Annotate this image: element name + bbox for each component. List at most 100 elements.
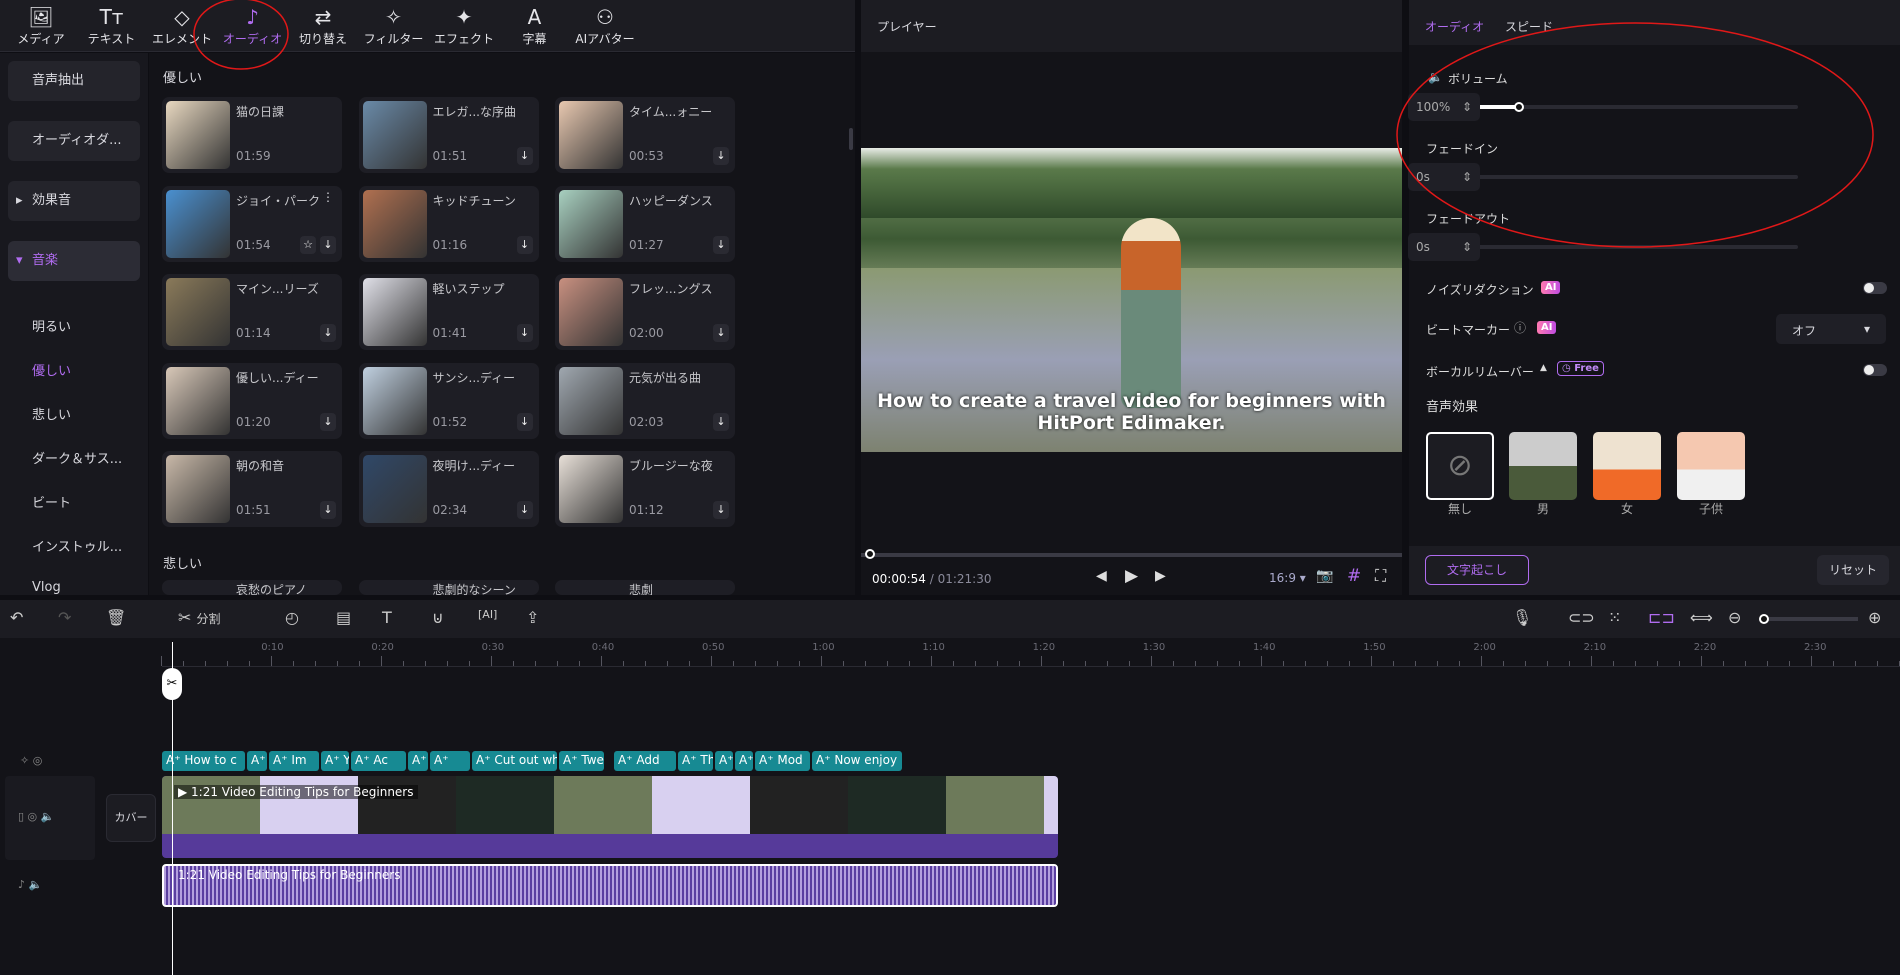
sidebar-button[interactable]: ▾ 音楽 [8,241,140,281]
music-card[interactable]: ジョイ・パーク 01:54 ↓ ☆ ⋮ [162,185,342,262]
scrollbar[interactable] [849,128,853,150]
tool-4[interactable]: ⇄ 切り替え [288,4,358,47]
effect-none[interactable]: ⊘ [1426,432,1494,500]
text-clip[interactable]: A⁺ [735,751,753,771]
subtitle-icon[interactable]: ▤ [336,608,351,627]
download-icon[interactable]: ↓ [516,412,533,431]
speed-icon[interactable]: ◴ [285,608,299,627]
favorite-icon[interactable]: ☆ [300,235,316,254]
transcribe-button[interactable]: 文字起こし [1425,555,1529,585]
info-icon[interactable]: ⓘ [1514,319,1526,336]
fadein-input[interactable]: 0s ⇕ [1408,163,1480,191]
music-card[interactable]: 悲劇的なシーン [358,580,539,595]
split-button[interactable]: ✂ 分割 [178,608,221,627]
zoom-slider[interactable] [1762,617,1858,621]
music-card[interactable]: 猫の日課 01:59 [162,97,342,173]
tab-audio[interactable]: オーディオ [1425,18,1484,35]
tool-3[interactable]: ♪ オーディオ [218,4,288,47]
microphone-icon[interactable]: 🎙 [1512,608,1532,627]
text-clip[interactable]: A⁺ Cut out wha [472,751,557,771]
vocal-remover-toggle[interactable] [1863,364,1887,376]
download-icon[interactable]: ↓ [516,147,533,165]
sidebar-item[interactable]: 悲しい [32,404,71,423]
link-icon[interactable]: ⊂⊃ [1568,608,1595,627]
text-icon[interactable]: T [382,608,392,627]
music-card[interactable]: エレガ...な序曲 01:51 ↓ [358,97,539,173]
fadeout-input[interactable]: 0s ⇕ [1408,233,1480,261]
music-card[interactable]: キッドチューン 01:16 ↓ [358,185,539,262]
text-clip[interactable]: A⁺ Ac [351,751,406,771]
tool-6[interactable]: ✦ エフェクト [429,4,499,47]
music-card[interactable]: ブルージーな夜 01:12 ↓ [555,451,735,527]
cover-button[interactable]: カバー [106,794,156,842]
text-clip[interactable]: A⁺ The [678,751,713,771]
music-card[interactable]: 朝の和音 01:51 ↓ [162,451,342,527]
download-icon[interactable]: ↓ [516,501,533,519]
video-clip[interactable]: ▶ 1:21 Video Editing Tips for Beginners [162,776,1058,858]
download-icon[interactable]: ↓ [713,412,729,431]
music-card[interactable]: ハッピーダンス 01:27 ↓ [555,185,735,262]
reset-button[interactable]: リセット [1817,555,1889,585]
zoom-out-icon[interactable]: ⊖ [1728,608,1741,627]
music-card[interactable]: 夜明け...ディー 02:34 ↓ [358,451,539,527]
seek-handle[interactable] [865,549,875,559]
fadein-slider[interactable] [1426,175,1798,179]
text-clip[interactable]: A⁺ Mod [755,751,810,771]
music-card[interactable]: 悲劇 [555,580,735,595]
more-icon[interactable]: ⋮ [322,190,334,204]
download-icon[interactable]: ↓ [713,324,729,342]
audio-clip[interactable]: 1:21 Video Editing Tips for Beginners [162,864,1058,907]
volume-input[interactable]: 100% ⇕ [1408,93,1480,121]
video-preview[interactable]: How to create a travel video for beginne… [861,148,1402,452]
text-clip[interactable]: A⁺ Im [269,751,319,771]
download-icon[interactable]: ↓ [320,324,336,342]
music-card[interactable]: マイン...リーズ 01:14 ↓ [162,274,342,350]
undo-icon[interactable]: ↶ [10,608,23,627]
tool-5[interactable]: ✧ フィルター [359,4,429,47]
audio-split-icon[interactable]: ⊍ [432,608,444,627]
prev-frame-icon[interactable]: ◀︎ [1096,568,1107,584]
sidebar-item[interactable]: Vlog [32,580,61,595]
tool-7[interactable]: A 字幕 [500,4,570,47]
tool-0[interactable]: 🖼 メディア [6,4,76,47]
sidebar-button[interactable]: オーディオダ... [8,121,140,161]
music-card[interactable]: サンシ...ディー 01:52 ↓ [358,362,539,439]
download-icon[interactable]: ↓ [516,235,533,254]
caret-up-icon[interactable]: ▲ [1540,363,1547,373]
music-card[interactable]: 優しい...ディー 01:20 ↓ [162,362,342,439]
download-icon[interactable]: ↓ [320,412,336,431]
download-icon[interactable]: ↓ [320,501,336,519]
text-clip[interactable]: A⁺ [247,751,267,771]
tool-2[interactable]: ◇ エレメント [147,4,217,47]
effect-female[interactable] [1593,432,1661,500]
redo-icon[interactable]: ↷ [58,608,71,627]
download-icon[interactable]: ↓ [713,501,729,519]
text-clip[interactable]: A⁺ Add [614,751,676,771]
sidebar-button[interactable]: ▸ 効果音 [8,181,140,221]
sidebar-item[interactable]: 明るい [32,316,71,335]
sidebar-button[interactable]: 音声抽出 [8,61,140,101]
play-icon[interactable]: ▶ [1125,566,1138,586]
snap-icon[interactable]: ⁙ [1608,608,1621,627]
download-icon[interactable]: ↓ [320,235,336,254]
sidebar-item[interactable]: 優しい [32,360,71,379]
text-clip[interactable]: A⁺ How to c [162,751,245,771]
text-clip[interactable]: A⁺ Yc [321,751,349,771]
music-card[interactable]: 軽いステップ 01:41 ↓ [358,274,539,350]
aspect-ratio-dropdown[interactable]: 16:9 ▾ [1269,571,1306,585]
fullscreen-icon[interactable]: ⛶ [1375,566,1386,586]
music-card[interactable]: 哀愁のピアノ [162,580,342,595]
text-clip[interactable]: A⁺ [430,751,470,771]
magnet-icon[interactable]: ⊏⊐ [1648,608,1675,627]
sidebar-item[interactable]: ダーク＆サス... [32,448,122,467]
music-card[interactable]: フレッ...ングス 02:00 ↓ [555,274,735,350]
seek-bar[interactable] [861,553,1402,557]
scissors-icon[interactable]: ✂ [162,668,182,700]
next-frame-icon[interactable]: ▶︎ [1155,568,1166,584]
zoom-handle[interactable] [1759,614,1769,624]
export-icon[interactable]: ⇪ [526,608,539,627]
text-clip[interactable]: A⁺ [408,751,428,771]
ai-icon[interactable]: [AI] [478,608,497,621]
tab-speed[interactable]: スピード [1505,18,1553,35]
text-clip[interactable]: A⁺ [715,751,733,771]
